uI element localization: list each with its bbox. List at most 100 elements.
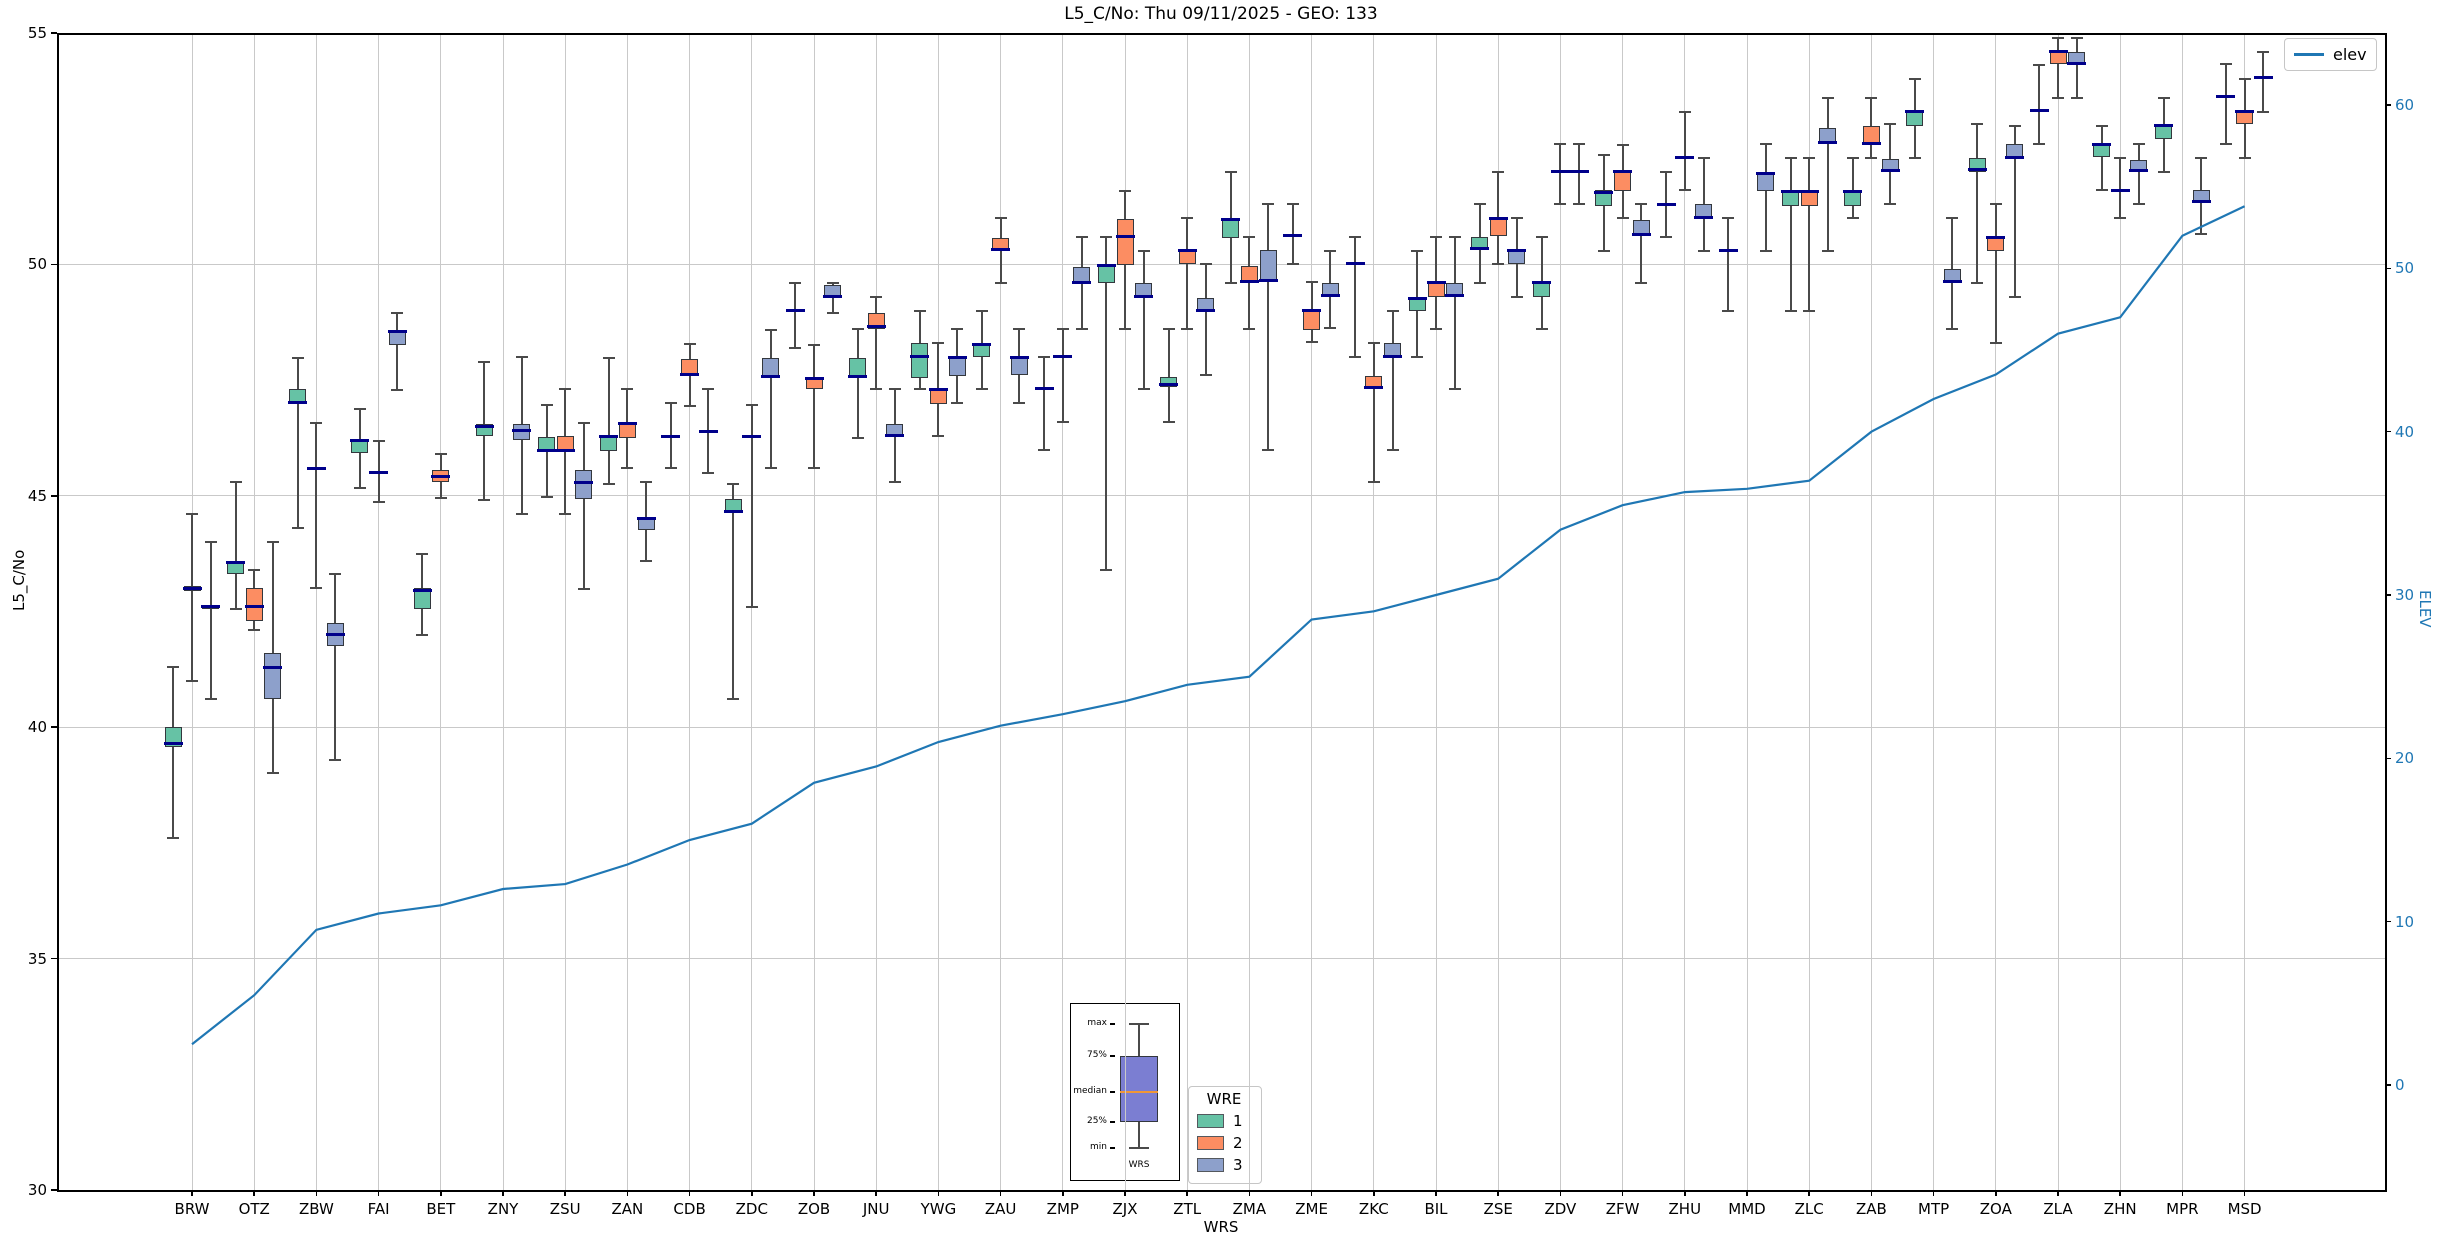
median-line [680, 373, 699, 376]
whisker-cap-bottom [1760, 250, 1772, 252]
whisker-cap-top [2239, 78, 2251, 80]
median-line [1427, 281, 1446, 284]
whisker-stem [583, 423, 585, 589]
x-tick-label-zob: ZOB [798, 1200, 830, 1218]
median-line [1632, 233, 1651, 236]
x-tick [1871, 1190, 1873, 1196]
y-tick-left [51, 264, 57, 266]
median-line [1221, 218, 1240, 221]
whisker-stem [210, 542, 212, 699]
x-tick [440, 1190, 442, 1196]
h-gridline [57, 958, 2385, 959]
median-line [1551, 170, 1570, 173]
whisker-stem [1373, 343, 1375, 482]
whisker-cap-bottom [416, 634, 428, 636]
whisker-stem [1105, 237, 1107, 570]
x-tick [1435, 1190, 1437, 1196]
whisker-cap-bottom [1324, 327, 1336, 329]
whisker-cap-top [1573, 143, 1585, 145]
x-tick [1311, 1190, 1313, 1196]
median-line [823, 295, 842, 298]
x-tick-label-zla: ZLA [2043, 1200, 2072, 1218]
median-line [307, 467, 326, 470]
whisker-cap-bottom [1430, 328, 1442, 330]
whisker-cap-bottom [2195, 233, 2207, 235]
median-line [1719, 249, 1738, 252]
whisker-cap-bottom [1847, 217, 1859, 219]
median-line [1196, 309, 1215, 312]
x-tick [1373, 1190, 1375, 1196]
whisker-cap-bottom [1598, 250, 1610, 252]
v-gridline [1062, 33, 1063, 1190]
box-YWG-wre1 [911, 343, 928, 379]
box-ZMA-wre3 [1260, 250, 1277, 282]
box-MMD-wre3 [1757, 172, 1774, 191]
whisker-cap-top [1411, 250, 1423, 252]
x-tick-label-zdv: ZDV [1544, 1200, 1576, 1218]
whisker-stem [857, 329, 859, 438]
y-tick-right [2385, 268, 2391, 270]
whisker-cap-top [1971, 123, 1983, 125]
elev-line-legend: elev [2284, 38, 2377, 71]
whisker-cap-bottom [478, 499, 490, 501]
median-line [2111, 189, 2130, 192]
whisker-stem [2101, 126, 2103, 191]
whisker-stem [2262, 52, 2264, 112]
x-tick [875, 1190, 877, 1196]
y-tick-label-left: 35 [28, 950, 47, 968]
inset-cap-min [1129, 1147, 1149, 1149]
median-line [1905, 110, 1924, 113]
v-gridline [503, 33, 504, 1190]
whisker-cap-bottom [932, 435, 944, 437]
whisker-cap-bottom [1909, 157, 1921, 159]
whisker-cap-bottom [391, 389, 403, 391]
whisker-cap-top [2096, 125, 2108, 127]
whisker-stem [1559, 144, 1561, 204]
whisker-cap-top [1163, 328, 1175, 330]
inset-label-75: 75% [1073, 1050, 1107, 1060]
median-line [1383, 355, 1402, 358]
median-line [2030, 109, 2049, 112]
x-tick-label-zfw: ZFW [1606, 1200, 1640, 1218]
x-tick [2182, 1190, 2184, 1196]
whisker-cap-bottom [1411, 356, 1423, 358]
whisker-cap-top [354, 408, 366, 410]
whisker-cap-top [1449, 236, 1461, 238]
whisker-cap-top [1181, 217, 1193, 219]
whisker-cap-bottom [1660, 236, 1672, 238]
whisker-cap-bottom [1181, 328, 1193, 330]
x-tick [1186, 1190, 1188, 1196]
median-line [867, 325, 886, 328]
median-line [1800, 190, 1819, 193]
whisker-cap-top [292, 357, 304, 359]
box-ZJX-wre1 [1098, 264, 1115, 283]
median-line [350, 439, 369, 442]
median-line [475, 425, 494, 428]
whisker-cap-bottom [870, 388, 882, 390]
median-line [183, 587, 202, 590]
median-line [1843, 190, 1862, 193]
median-line [1881, 169, 1900, 172]
median-line [1053, 355, 1072, 358]
whisker-cap-bottom [1057, 421, 1069, 423]
whisker-cap-top [2009, 125, 2021, 127]
whisker-cap-top [852, 328, 864, 330]
whisker-stem [1727, 218, 1729, 311]
whisker-cap-top [951, 328, 963, 330]
elev-line-swatch [2294, 53, 2324, 56]
y-tick-right [2385, 758, 2391, 760]
whisker-cap-bottom [2220, 143, 2232, 145]
x-tick-label-cdb: CDB [673, 1200, 705, 1218]
whisker-cap-top [167, 666, 179, 668]
bottom-spine [57, 1190, 2387, 1192]
whisker-cap-top [2195, 157, 2207, 159]
whisker-cap-bottom [1511, 296, 1523, 298]
whisker-cap-bottom [1785, 310, 1797, 312]
whisker-cap-bottom [2052, 97, 2064, 99]
x-tick [316, 1190, 318, 1196]
x-tick-label-msd: MSD [2228, 1200, 2262, 1218]
v-gridline [1000, 33, 1001, 1190]
whisker-cap-bottom [2096, 189, 2108, 191]
whisker-cap-top [1785, 157, 1797, 159]
whisker-cap-bottom [1946, 328, 1958, 330]
